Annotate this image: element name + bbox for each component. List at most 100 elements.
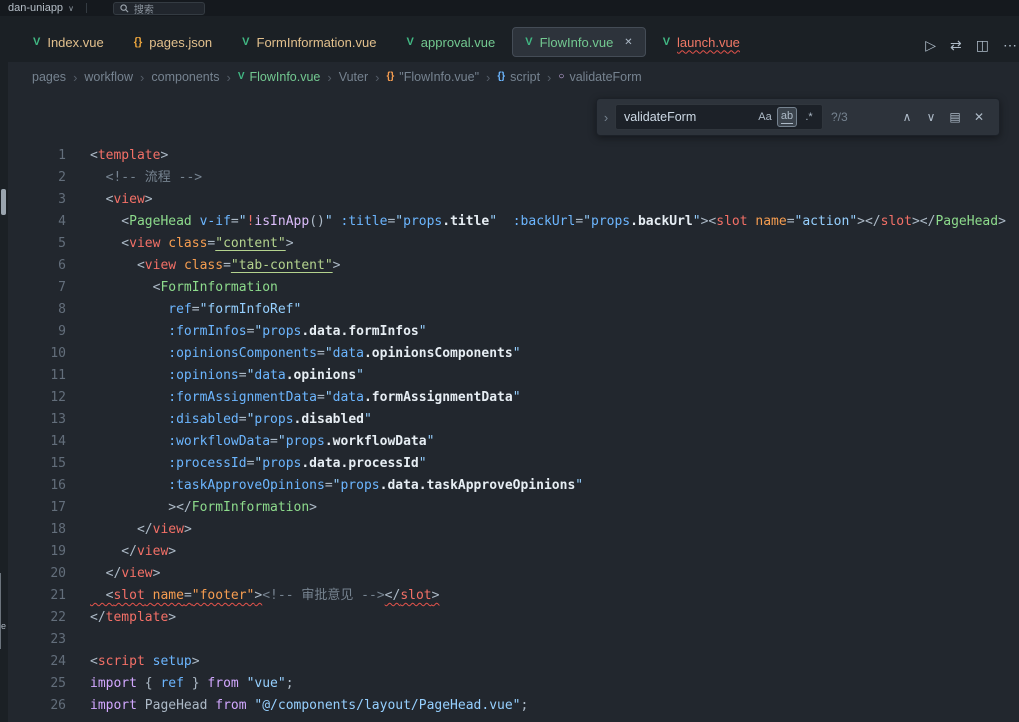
tab-approval-vue[interactable]: Vapproval.vue (393, 27, 508, 57)
line-number: 25 (8, 673, 66, 695)
tab-label: pages.json (149, 35, 212, 50)
code-token: " (325, 390, 333, 405)
toggle-replace-button[interactable]: › (597, 99, 615, 135)
clipped-panel-edge (0, 573, 1, 649)
code-line[interactable]: 11 :opinions="data.opinions" (8, 365, 1019, 387)
code-line[interactable]: 14 :workflowData="props.workflowData" (8, 431, 1019, 453)
code-token: import (90, 698, 137, 713)
next-match-button[interactable]: ∨ (919, 106, 943, 128)
code-token: } (184, 676, 207, 691)
tab-forminformation-vue[interactable]: VFormInformation.vue (229, 27, 389, 57)
whole-word-button[interactable]: ab (777, 107, 797, 127)
code-token: = (270, 434, 278, 449)
code-token: </ (385, 588, 401, 603)
code-token: :formAssignmentData (168, 390, 317, 405)
code-line[interactable]: 20 </view> (8, 563, 1019, 585)
code-token: < (90, 588, 113, 603)
code-line[interactable]: 8 ref="formInfoRef" (8, 299, 1019, 321)
line-content: <slot name="footer"><!-- 审批意见 --></slot> (90, 585, 439, 607)
code-token (90, 478, 168, 493)
code-token: = (184, 588, 192, 603)
code-line[interactable]: 18 </view> (8, 519, 1019, 541)
code-line[interactable]: 1<template> (8, 145, 1019, 167)
breadcrumb-item-pages[interactable]: pages (32, 70, 66, 84)
scrollbar-thumb[interactable] (1, 189, 6, 215)
editor[interactable]: › Aa ab .* ?/3 ∧ ∨ ▤ ✕ 1<template>2 <!--… (8, 92, 1019, 722)
code-line[interactable]: 10 :opinionsComponents="data.opinionsCom… (8, 343, 1019, 365)
code-token: " (693, 214, 701, 229)
breadcrumb-item-flowinfo-vue[interactable]: {}"FlowInfo.vue" (386, 70, 479, 84)
breadcrumb-item-flowinfo-vue[interactable]: VFlowInfo.vue (238, 70, 321, 84)
code-token: template (98, 148, 161, 163)
code-area[interactable]: 1<template>2 <!-- 流程 -->3 <view>4 <PageH… (8, 92, 1019, 717)
code-line[interactable]: 9 :formInfos="props.data.formInfos" (8, 321, 1019, 343)
code-line[interactable]: 22</template> (8, 607, 1019, 629)
code-line[interactable]: 25import { ref } from "vue"; (8, 673, 1019, 695)
code-token: > (286, 236, 294, 251)
code-line[interactable]: 3 <view> (8, 189, 1019, 211)
code-line[interactable]: 5 <view class="content"> (8, 233, 1019, 255)
more-actions-icon[interactable]: ⋯ (1003, 38, 1017, 52)
workspace-name[interactable]: dan-uniapp (8, 2, 63, 14)
code-line[interactable]: 24<script setup> (8, 651, 1019, 673)
code-line[interactable]: 6 <view class="tab-content"> (8, 255, 1019, 277)
code-token: </ (90, 544, 137, 559)
code-token: " (513, 346, 521, 361)
previous-match-button[interactable]: ∧ (895, 106, 919, 128)
tab-label: FormInformation.vue (257, 35, 377, 50)
code-token: :title (341, 214, 388, 229)
command-center-search[interactable]: 搜索 (113, 2, 205, 15)
code-token (90, 434, 168, 449)
code-line[interactable]: 19 </view> (8, 541, 1019, 563)
tab-launch-vue[interactable]: Vlaunch.vue (650, 27, 753, 57)
code-line[interactable]: 26import PageHead from "@/components/lay… (8, 695, 1019, 717)
code-line[interactable]: 21 <slot name="footer"><!-- 审批意见 --></sl… (8, 585, 1019, 607)
breadcrumb-item-workflow[interactable]: workflow (84, 70, 133, 84)
code-token: = (787, 214, 795, 229)
code-token: " (325, 346, 333, 361)
code-token: < (90, 214, 129, 229)
line-content: import PageHead from "@/components/layou… (90, 695, 528, 717)
code-token: = (575, 214, 583, 229)
code-token (333, 214, 341, 229)
code-line[interactable]: 2 <!-- 流程 --> (8, 167, 1019, 189)
code-token: < (90, 192, 113, 207)
code-token: "vue" (247, 676, 286, 691)
code-line[interactable]: 7 <FormInformation (8, 277, 1019, 299)
code-line[interactable]: 23 (8, 629, 1019, 651)
code-token (90, 346, 168, 361)
open-changes-icon[interactable]: ⇄ (950, 38, 962, 52)
match-case-button[interactable]: Aa (755, 107, 775, 127)
line-number: 12 (8, 387, 66, 409)
close-find-button[interactable]: ✕ (967, 106, 991, 128)
breadcrumb-label: pages (32, 70, 66, 84)
breadcrumb-item-vuter[interactable]: Vuter (339, 70, 368, 84)
split-editor-icon[interactable]: ◫ (976, 38, 989, 52)
code-line[interactable]: 15 :processId="props.data.processId" (8, 453, 1019, 475)
code-token: "tab-content" (231, 258, 333, 273)
code-token: = (223, 258, 231, 273)
tab-index-vue[interactable]: VIndex.vue (20, 27, 117, 57)
find-in-selection-button[interactable]: ▤ (943, 106, 967, 128)
regex-button[interactable]: .* (799, 107, 819, 127)
code-line[interactable]: 16 :taskApproveOpinions="props.data.task… (8, 475, 1019, 497)
breadcrumb-item-components[interactable]: components (151, 70, 219, 84)
code-line[interactable]: 12 :formAssignmentData="data.formAssignm… (8, 387, 1019, 409)
run-icon[interactable]: ▷ (925, 38, 936, 52)
brace-icon: {} (386, 72, 394, 82)
code-token: isInApp (254, 214, 309, 229)
code-token (497, 214, 513, 229)
code-line[interactable]: 4 <PageHead v-if="!isInApp()" :title="pr… (8, 211, 1019, 233)
close-icon[interactable]: ✕ (624, 37, 632, 48)
breadcrumb-item-script[interactable]: {}script (497, 70, 540, 84)
tab-pages-json[interactable]: {}pages.json (121, 27, 225, 57)
code-line[interactable]: 17 ></FormInformation> (8, 497, 1019, 519)
line-number: 13 (8, 409, 66, 431)
code-line[interactable]: 13 :disabled="props.disabled" (8, 409, 1019, 431)
tab-flowinfo-vue[interactable]: VFlowInfo.vue✕ (512, 27, 645, 57)
line-content: ref="formInfoRef" (90, 299, 301, 321)
line-content: :formAssignmentData="data.formAssignment… (90, 387, 521, 409)
line-number: 19 (8, 541, 66, 563)
breadcrumb-item-validateform[interactable]: ○validateForm (558, 70, 641, 84)
code-token: > (184, 522, 192, 537)
